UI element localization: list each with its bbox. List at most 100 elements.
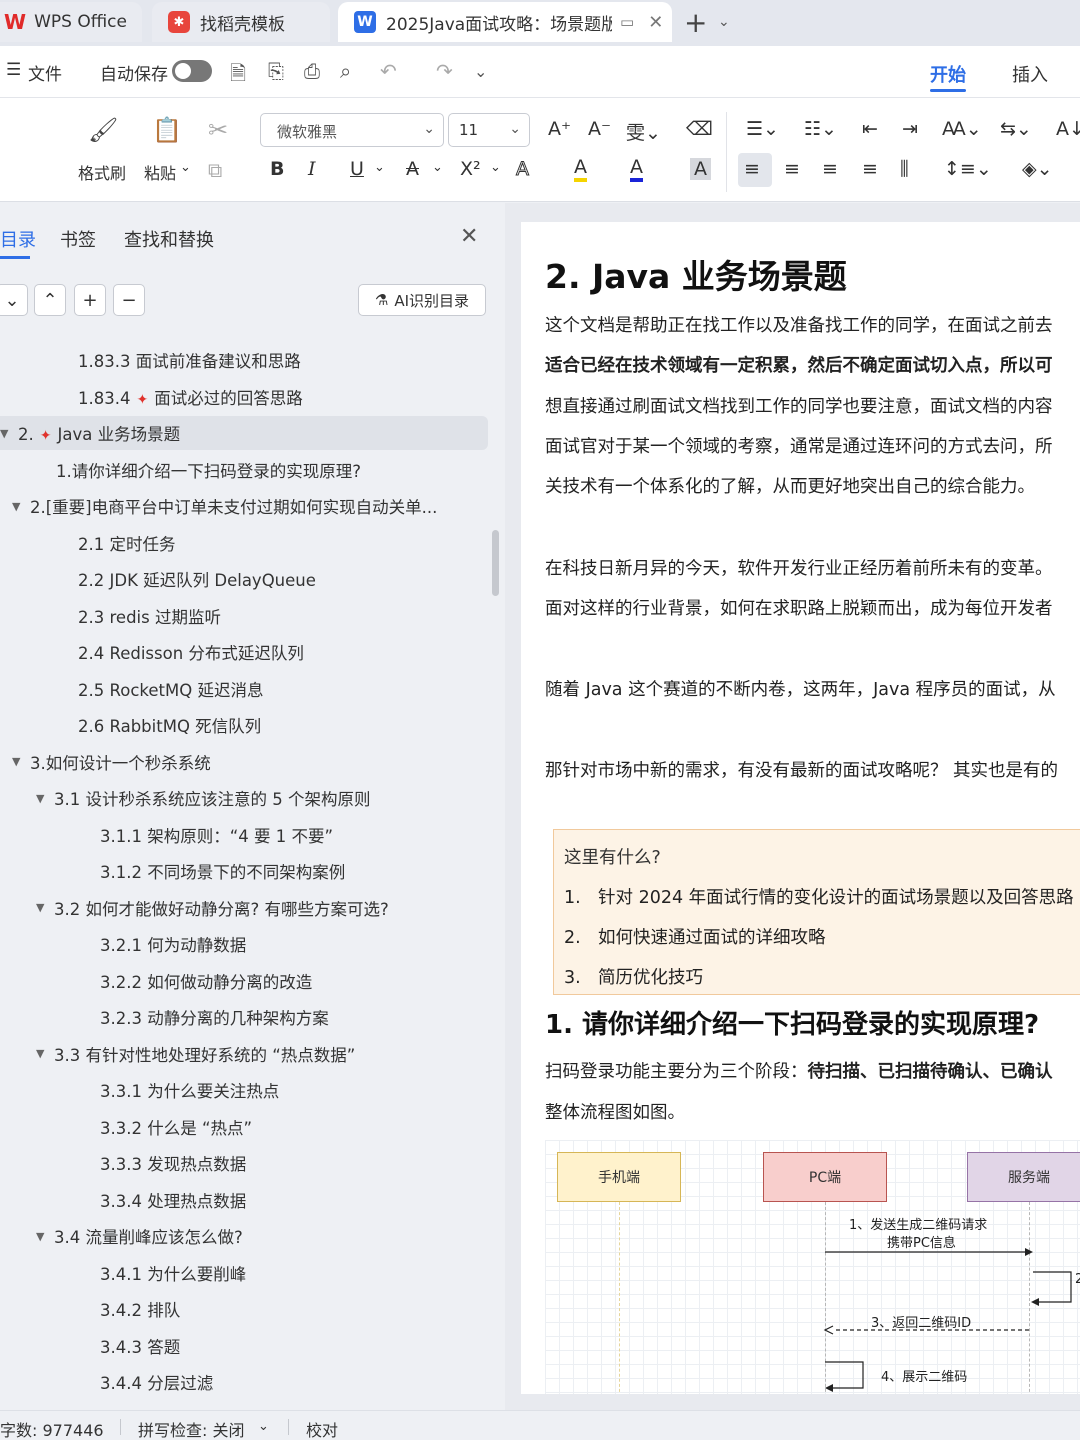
- screen-icon[interactable]: ▭: [620, 13, 634, 31]
- sequence-diagram[interactable]: 手机端 PC端 服务端 1、发送生成二维码请求 携带PC信息 2 3、返回二维码…: [545, 1140, 1080, 1394]
- sort-icon[interactable]: ⇆⌄: [1000, 118, 1032, 140]
- proofread-button[interactable]: 校对: [306, 1417, 338, 1440]
- toc-item[interactable]: 3.4.2 排队: [0, 1292, 488, 1326]
- font-family-select[interactable]: 微软雅黑 ⌄: [260, 113, 444, 147]
- align-left-icon[interactable]: ≡: [744, 158, 760, 180]
- text-effect-button[interactable]: A: [516, 158, 530, 181]
- more-chevron-icon[interactable]: ⌄: [474, 62, 487, 81]
- toc-item[interactable]: 3.2.1 何为动静数据: [0, 927, 488, 961]
- align-center-icon[interactable]: ≡: [784, 158, 800, 180]
- grow-font-button[interactable]: A⁺: [548, 118, 571, 140]
- distribute-icon[interactable]: ⫼: [900, 158, 909, 180]
- chevron-down-icon[interactable]: ⌄: [374, 160, 385, 175]
- toc-item[interactable]: ▼ 2.[重要]电商平台中订单未支付过期如何实现自动关单...: [0, 489, 488, 523]
- expand-triangle-icon[interactable]: ▼: [36, 1047, 54, 1060]
- toc-item[interactable]: ▼ 3.2 如何才能做好动静分离? 有哪些方案可选?: [0, 891, 488, 925]
- tab-wps-office[interactable]: W WPS Office: [0, 2, 142, 42]
- justify-icon[interactable]: ≡: [862, 158, 878, 180]
- toc-item[interactable]: ▼ 3.4 流量削峰应该怎么做?: [0, 1219, 488, 1253]
- tab-template[interactable]: ✱ 找稻壳模板: [152, 2, 330, 42]
- toc-item[interactable]: 3.4.1 为什么要削峰: [0, 1256, 488, 1290]
- chevron-down-icon[interactable]: ⌄: [718, 14, 730, 30]
- chevron-down-icon[interactable]: ⌄: [432, 160, 443, 175]
- toc-item[interactable]: 3.1.2 不同场景下的不同架构案例: [0, 854, 488, 888]
- toc-item[interactable]: 2.5 RocketMQ 延迟消息: [0, 672, 488, 706]
- toc-item[interactable]: 3.3.2 什么是 “热点”: [0, 1110, 488, 1144]
- clear-format-icon[interactable]: ⌫: [686, 118, 713, 140]
- toc-item[interactable]: ▼ 2. ✦ Java 业务场景题: [0, 416, 488, 450]
- numbered-list-icon[interactable]: ☷⌄: [804, 118, 837, 140]
- paste-dropdown-icon[interactable]: ⌄: [180, 160, 191, 175]
- print-icon[interactable]: ⎙: [304, 59, 320, 83]
- align-right-icon[interactable]: ≡: [822, 158, 838, 180]
- remove-heading-button[interactable]: −: [113, 284, 145, 316]
- expand-button[interactable]: ⌃: [34, 284, 66, 316]
- toc-item[interactable]: 3.1.1 架构原则：“4 要 1 不要”: [0, 818, 488, 852]
- format-painter-icon[interactable]: 🖌: [88, 116, 118, 144]
- toc-item[interactable]: 2.4 Redisson 分布式延迟队列: [0, 635, 488, 669]
- tab-insert[interactable]: 插入: [1012, 61, 1048, 87]
- toc-item[interactable]: 1.83.3 面试前准备建议和思路: [0, 343, 488, 377]
- autosave-toggle[interactable]: [172, 60, 212, 82]
- italic-button[interactable]: I: [308, 158, 316, 180]
- close-icon[interactable]: ✕: [460, 224, 478, 249]
- superscript-button[interactable]: X²: [460, 158, 481, 180]
- paste-button[interactable]: 粘贴: [144, 160, 176, 184]
- increase-indent-icon[interactable]: ⇥: [902, 118, 918, 140]
- ai-toc-button[interactable]: ⚗ AI识别目录: [358, 284, 486, 316]
- close-icon[interactable]: ✕: [648, 12, 663, 33]
- tab-find-replace[interactable]: 查找和替换: [124, 226, 214, 252]
- chevron-down-icon[interactable]: ⌄: [258, 1419, 269, 1434]
- toc-item[interactable]: 3.2.2 如何做动静分离的改造: [0, 964, 488, 998]
- paste-icon[interactable]: 📋: [152, 116, 182, 144]
- toc-item[interactable]: 1.请你详细介绍一下扫码登录的实现原理?: [0, 453, 488, 487]
- word-count[interactable]: 字数: 977446: [0, 1417, 104, 1440]
- tab-toc[interactable]: 目录: [0, 226, 36, 252]
- toc-item[interactable]: 1.83.4 ✦ 面试必过的回答思路: [0, 380, 488, 414]
- expand-triangle-icon[interactable]: ▼: [12, 755, 30, 768]
- expand-triangle-icon[interactable]: ▼: [36, 901, 54, 914]
- toc-scrollbar[interactable]: [492, 530, 499, 596]
- strikethrough-button[interactable]: A: [406, 158, 419, 180]
- tab-document[interactable]: W 2025Java面试攻略：场景题版 ▭ ✕: [338, 2, 672, 42]
- toc-item[interactable]: 3.4.4 分层过滤: [0, 1365, 488, 1399]
- toc-item[interactable]: 2.6 RabbitMQ 死信队列: [0, 708, 488, 742]
- export-icon[interactable]: ⎘: [268, 59, 284, 83]
- expand-triangle-icon[interactable]: ▼: [36, 792, 54, 805]
- underline-button[interactable]: U: [350, 158, 364, 180]
- bold-button[interactable]: B: [270, 158, 284, 180]
- expand-triangle-icon[interactable]: ▼: [36, 1230, 54, 1243]
- bullet-list-icon[interactable]: ☰⌄: [746, 118, 779, 140]
- line-spacing-icon[interactable]: ↕≡⌄: [944, 158, 992, 180]
- cut-icon[interactable]: ✂: [208, 116, 228, 144]
- highlight-button[interactable]: A: [574, 156, 587, 182]
- hamburger-icon[interactable]: ☰: [6, 60, 21, 80]
- toc-item[interactable]: ▼ 3.如何设计一个秒杀系统: [0, 745, 488, 779]
- toc-item[interactable]: ▼ 3.3 有针对性地处理好系统的 “热点数据”: [0, 1037, 488, 1071]
- save-icon[interactable]: 🗎: [230, 59, 246, 93]
- toc-item[interactable]: 2.2 JDK 延迟队列 DelayQueue: [0, 562, 488, 596]
- redo-icon[interactable]: ↷: [436, 59, 453, 83]
- toc-item[interactable]: 2.3 redis 过期监听: [0, 599, 488, 633]
- phonetic-guide-icon[interactable]: 雯⌄: [626, 118, 661, 145]
- more-icon[interactable]: A↓: [1056, 118, 1080, 140]
- file-menu[interactable]: 文件: [28, 60, 62, 85]
- toc-item[interactable]: 3.3.4 处理热点数据: [0, 1183, 488, 1217]
- new-tab-plus-icon[interactable]: +: [684, 6, 707, 39]
- expand-triangle-icon[interactable]: ▼: [12, 500, 30, 513]
- toc-item[interactable]: 3.3.3 发现热点数据: [0, 1146, 488, 1180]
- toc-item[interactable]: 3.3.1 为什么要关注热点: [0, 1073, 488, 1107]
- char-shading-button[interactable]: A: [690, 158, 711, 180]
- collapse-button[interactable]: ⌄: [0, 284, 28, 316]
- chevron-down-icon[interactable]: ⌄: [490, 160, 501, 175]
- toc-item[interactable]: ▼ 3.1 设计秒杀系统应该注意的 5 个架构原则: [0, 781, 488, 815]
- print-preview-icon[interactable]: ⌕: [340, 59, 351, 83]
- font-size-select[interactable]: 11 ⌄: [448, 113, 530, 147]
- toc-item[interactable]: 3.4.3 答题: [0, 1329, 488, 1363]
- document-page[interactable]: 2. Java 业务场景题 这个文档是帮助正在找工作以及准备找工作的同学，在面试…: [521, 222, 1080, 1394]
- undo-icon[interactable]: ↶: [380, 59, 397, 83]
- format-painter-button[interactable]: 格式刷: [78, 160, 126, 184]
- expand-triangle-icon[interactable]: ▼: [0, 427, 18, 440]
- tab-home[interactable]: 开始: [930, 61, 966, 87]
- font-color-button[interactable]: A: [630, 156, 643, 182]
